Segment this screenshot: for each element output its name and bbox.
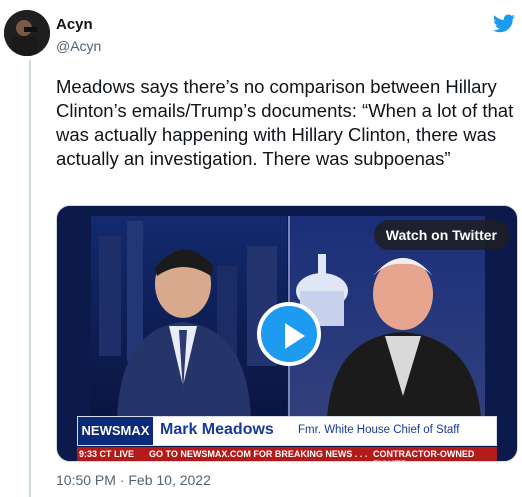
ticker-time: 9:33 CT LIVE	[79, 449, 135, 459]
lower-third-name: Mark Meadows	[160, 421, 274, 438]
lower-third: NEWSMAX Mark Meadows Fmr. White House Ch…	[77, 416, 497, 446]
video-player[interactable]: Watch on Twitter NEWSMAX Mark Meadows Fm…	[56, 205, 518, 462]
news-ticker: 9:33 CT LIVE GO TO NEWSMAX.COM FOR BREAK…	[77, 447, 497, 461]
play-button[interactable]	[257, 302, 321, 366]
ticker-message-2: CONTRACTOR-OWNED FIGHTE	[373, 449, 475, 461]
watch-on-twitter-button[interactable]: Watch on Twitter	[373, 220, 509, 250]
lower-third-role: Fmr. White House Chief of Staff	[298, 424, 460, 436]
newsmax-logo: NEWSMAX	[78, 417, 153, 445]
twitter-bird-icon[interactable]	[492, 14, 516, 34]
avatar[interactable]	[4, 10, 50, 56]
ticker-message-1: GO TO NEWSMAX.COM FOR BREAKING NEWS . . …	[149, 449, 368, 459]
tweet-text: Meadows says there’s no comparison betwe…	[56, 76, 519, 169]
author-name[interactable]: Acyn	[56, 16, 93, 33]
author-handle[interactable]: @Acyn	[56, 38, 101, 54]
tweet-card[interactable]: Acyn @Acyn Meadows says there’s no compa…	[0, 0, 522, 497]
tweet-timestamp[interactable]: 10:50 PM · Feb 10, 2022	[56, 472, 211, 488]
thread-line	[29, 60, 31, 497]
